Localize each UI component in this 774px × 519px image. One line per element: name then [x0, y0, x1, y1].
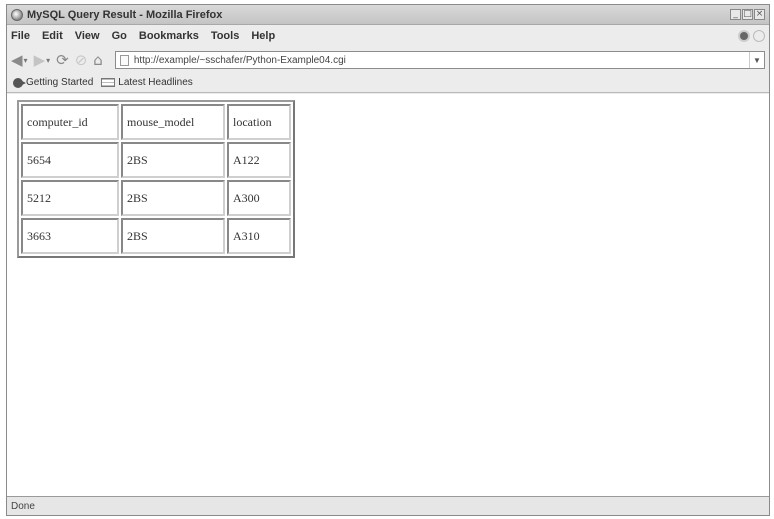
table-cell: A300: [227, 180, 291, 216]
table-row: 3663 2BS A310: [21, 218, 291, 254]
title-bar: MySQL Query Result - Mozilla Firefox _ □…: [7, 5, 769, 25]
minimize-button[interactable]: _: [730, 9, 741, 20]
back-arrow-icon: ◀: [11, 51, 23, 69]
status-text: Done: [11, 500, 35, 512]
menu-file[interactable]: File: [11, 30, 30, 42]
page-icon: [119, 54, 129, 66]
column-header-computer-id: computer_id: [21, 104, 119, 140]
bookmarks-toolbar: Getting Started Latest Headlines: [7, 73, 769, 93]
bookmark-getting-started[interactable]: Getting Started: [13, 77, 93, 88]
reload-button[interactable]: ⟳: [56, 50, 69, 70]
back-dropdown-icon[interactable]: ▾: [24, 56, 28, 65]
stop-button[interactable]: ⊘: [75, 50, 88, 70]
bookmark-latest-headlines[interactable]: Latest Headlines: [101, 77, 193, 88]
firefox-icon: [11, 8, 23, 21]
home-button[interactable]: ⌂: [93, 50, 103, 70]
close-button[interactable]: ×: [754, 9, 765, 20]
url-text[interactable]: http://example/~sschafer/Python-Example0…: [134, 55, 749, 66]
table-header-row: computer_id mouse_model location: [21, 104, 291, 140]
bookmark-label: Getting Started: [26, 77, 94, 88]
menu-bookmarks[interactable]: Bookmarks: [139, 30, 199, 42]
menu-view[interactable]: View: [75, 30, 100, 42]
address-bar[interactable]: http://example/~sschafer/Python-Example0…: [114, 51, 765, 69]
table-cell: 2BS: [121, 142, 225, 178]
maximize-button[interactable]: □: [742, 9, 753, 20]
table-row: 5212 2BS A300: [21, 180, 291, 216]
browser-window: MySQL Query Result - Mozilla Firefox _ □…: [6, 4, 770, 516]
window-controls: _ □ ×: [730, 9, 765, 20]
navigation-toolbar: ◀ ▾ ▶ ▾ ⟳ ⊘ ⌂ http://example/~sschafer/Pyt…: [7, 47, 769, 73]
forward-dropdown-icon[interactable]: ▾: [46, 56, 50, 65]
menu-tools[interactable]: Tools: [211, 30, 240, 42]
reload-icon: ⟳: [56, 51, 69, 69]
table-cell: 5654: [21, 142, 119, 178]
home-icon: ⌂: [93, 51, 103, 69]
column-header-location: location: [227, 104, 291, 140]
forward-arrow-icon: ▶: [33, 51, 46, 69]
window-title: MySQL Query Result - Mozilla Firefox: [27, 8, 223, 21]
page-content: computer_id mouse_model location 5654 2B…: [7, 94, 769, 496]
table-cell: A122: [227, 142, 291, 178]
url-dropdown-icon[interactable]: ▼: [749, 52, 764, 68]
menu-bar: File Edit View Go Bookmarks Tools Help: [7, 25, 769, 47]
table-cell: 2BS: [121, 180, 225, 216]
table-cell: 2BS: [121, 218, 225, 254]
forward-button[interactable]: ▶ ▾: [34, 50, 51, 70]
column-header-mouse-model: mouse_model: [121, 104, 225, 140]
menu-edit[interactable]: Edit: [42, 30, 63, 42]
stop-icon: ⊘: [74, 51, 88, 69]
table-row: 5654 2BS A122: [21, 142, 291, 178]
result-table: computer_id mouse_model location 5654 2B…: [17, 100, 295, 258]
table-cell: 3663: [21, 218, 119, 254]
live-feed-icon: [101, 78, 116, 87]
bookmark-label: Latest Headlines: [118, 77, 193, 88]
status-bar: Done: [7, 496, 769, 515]
table-cell: A310: [227, 218, 291, 254]
table-cell: 5212: [21, 180, 119, 216]
activity-indicator-icon: [753, 30, 765, 42]
menu-go[interactable]: Go: [112, 30, 127, 42]
getting-started-icon: [13, 77, 26, 88]
back-button[interactable]: ◀ ▾: [11, 50, 28, 70]
throbber-icon: [738, 30, 750, 42]
menu-help[interactable]: Help: [251, 30, 275, 42]
